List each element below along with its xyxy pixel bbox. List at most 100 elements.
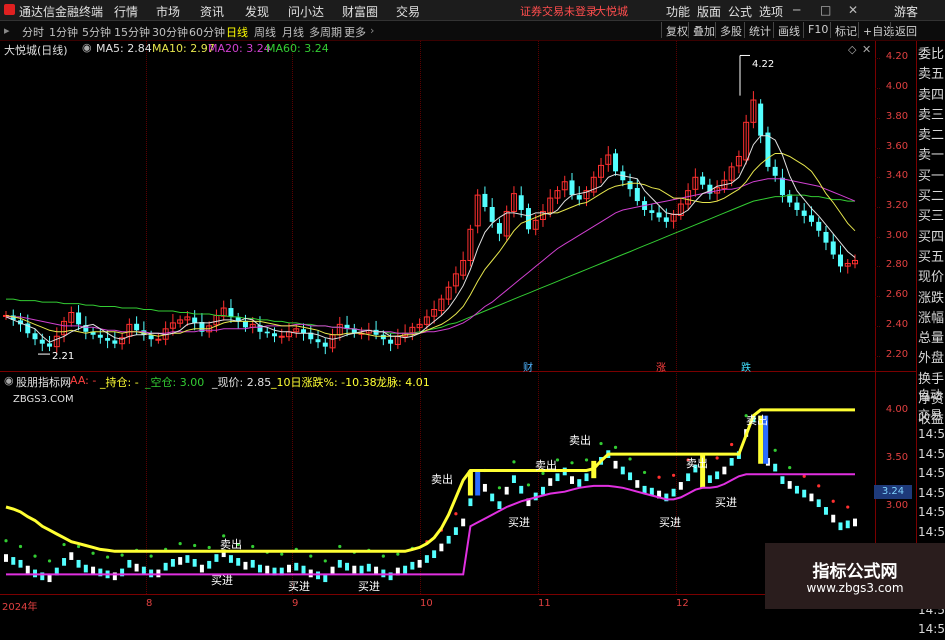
sell-signal: 卖出 xyxy=(569,434,591,447)
mini-candle xyxy=(671,488,676,497)
signal-dot xyxy=(570,461,574,465)
mini-candle xyxy=(301,565,306,574)
mini-candle xyxy=(453,527,458,535)
mini-candle xyxy=(287,564,291,573)
menu-item-trade[interactable]: 交易 xyxy=(396,3,420,20)
trade-field-label: 14:56 xyxy=(918,427,945,441)
mini-candle xyxy=(207,560,212,569)
signal-dot xyxy=(846,505,850,509)
maximize-icon[interactable]: □ xyxy=(820,3,831,17)
minimize-icon[interactable]: ─ xyxy=(793,3,800,17)
period-1min[interactable]: 1分钟 xyxy=(49,24,78,40)
tool-mark[interactable]: 标记 xyxy=(830,22,861,38)
mini-candle xyxy=(446,535,451,544)
mini-candle xyxy=(620,466,625,475)
period-30min[interactable]: 30分钟 xyxy=(152,24,188,40)
x-tick: 9 xyxy=(292,598,299,609)
menu-item-market[interactable]: 市场 xyxy=(156,3,180,20)
menu-item-quotes[interactable]: 行情 xyxy=(114,3,138,20)
mini-candle xyxy=(170,558,175,567)
tool-draw[interactable]: 画线 xyxy=(773,22,804,38)
x-tick: 11 xyxy=(538,598,551,609)
signal-dot xyxy=(33,554,37,558)
quote-field-label: 买四 xyxy=(918,229,945,245)
mini-candle xyxy=(134,563,139,572)
period-multi[interactable]: 多周期 xyxy=(309,24,342,40)
guest-label[interactable]: 游客 xyxy=(894,3,918,20)
mini-candle xyxy=(584,473,589,482)
candle-down xyxy=(837,254,843,267)
trade-field-label: 交易 xyxy=(918,407,943,422)
tool-multi-stock[interactable]: 多股 xyxy=(715,22,746,38)
price-y-tick: 2.40 xyxy=(885,318,909,330)
mini-candle xyxy=(831,514,836,523)
mini-candle xyxy=(780,476,785,484)
menu-item-ask[interactable]: 问小达 xyxy=(288,3,324,20)
mini-candle xyxy=(69,552,74,560)
mini-candle xyxy=(417,559,422,568)
x-tick: 8 xyxy=(146,598,153,609)
mini-candle xyxy=(141,566,146,575)
login-warning[interactable]: 证券交易未登录 xyxy=(520,3,597,19)
menu-item-wealth[interactable]: 财富圈 xyxy=(342,3,378,20)
period-5min[interactable]: 5分钟 xyxy=(82,24,111,40)
period-weekly[interactable]: 周线 xyxy=(254,24,276,40)
signal-dot xyxy=(62,542,66,547)
signal-dot xyxy=(381,554,385,558)
menu-item-options[interactable]: 选项 xyxy=(759,3,783,20)
close-icon[interactable]: ✕ xyxy=(848,3,858,17)
mini-candle xyxy=(468,498,473,507)
menu-item-layout[interactable]: 版面 xyxy=(697,3,721,20)
period-monthly[interactable]: 月线 xyxy=(282,24,304,40)
mini-candle xyxy=(678,482,683,490)
period-intraday[interactable]: 分时 xyxy=(22,24,44,40)
ma10-line xyxy=(5,153,856,337)
y-tick-mark xyxy=(875,177,880,179)
trade-field-label: 14:56 xyxy=(918,505,945,519)
mini-candle xyxy=(853,518,857,527)
mini-candle xyxy=(613,460,618,469)
mini-candle xyxy=(185,555,190,563)
menu-item-news[interactable]: 资讯 xyxy=(200,3,224,20)
tool-back[interactable]: 返回 xyxy=(890,22,921,38)
period-daily[interactable]: 日线 xyxy=(226,24,248,40)
trend-line xyxy=(6,473,855,576)
signal-dot xyxy=(193,543,197,548)
candle-down xyxy=(576,195,582,200)
mini-candle xyxy=(265,565,270,574)
tool-stats[interactable]: 统计 xyxy=(744,22,775,38)
candle-down xyxy=(649,210,655,213)
mini-candle xyxy=(540,486,545,495)
menu-item-function[interactable]: 功能 xyxy=(666,3,690,20)
mini-candle xyxy=(62,558,67,566)
mini-candle xyxy=(410,561,415,570)
mini-candle xyxy=(352,565,357,574)
app-logo-icon xyxy=(4,4,15,15)
candle-down xyxy=(264,331,270,334)
period-more[interactable]: 更多 xyxy=(344,24,366,40)
quote-side-panel: 委比 卖五 卖四 卖三 卖二 卖一 买一 买二 买三 买四 买五 现价 涨跌 涨幅 总量 外盘 换手 净资 收益 xyxy=(918,45,945,431)
tool-f10[interactable]: F10 xyxy=(803,22,832,38)
mini-candle xyxy=(715,471,720,480)
menu-item-formula[interactable]: 公式 xyxy=(728,3,752,20)
candle-down xyxy=(779,177,785,196)
mini-candle xyxy=(91,566,96,575)
mini-candle xyxy=(707,475,712,483)
candle-down xyxy=(808,215,814,222)
mini-candle xyxy=(686,473,691,482)
mini-candle xyxy=(83,564,88,573)
candle-down xyxy=(758,103,764,136)
mini-candle xyxy=(4,554,8,562)
signal-dot xyxy=(730,442,734,447)
y-tick-mark xyxy=(875,355,880,357)
y-tick-mark xyxy=(875,147,880,149)
chevron-right-icon[interactable]: › xyxy=(370,24,374,37)
mini-candle xyxy=(18,559,23,568)
trade-field-label: 自动 xyxy=(918,388,943,402)
sell-signal: 卖出 xyxy=(746,414,768,427)
candle-down xyxy=(301,329,307,334)
period-15min[interactable]: 15分钟 xyxy=(114,24,150,40)
menu-item-discover[interactable]: 发现 xyxy=(245,3,269,20)
period-60min[interactable]: 60分钟 xyxy=(189,24,225,40)
expand-icon[interactable]: ▸ xyxy=(4,24,10,37)
